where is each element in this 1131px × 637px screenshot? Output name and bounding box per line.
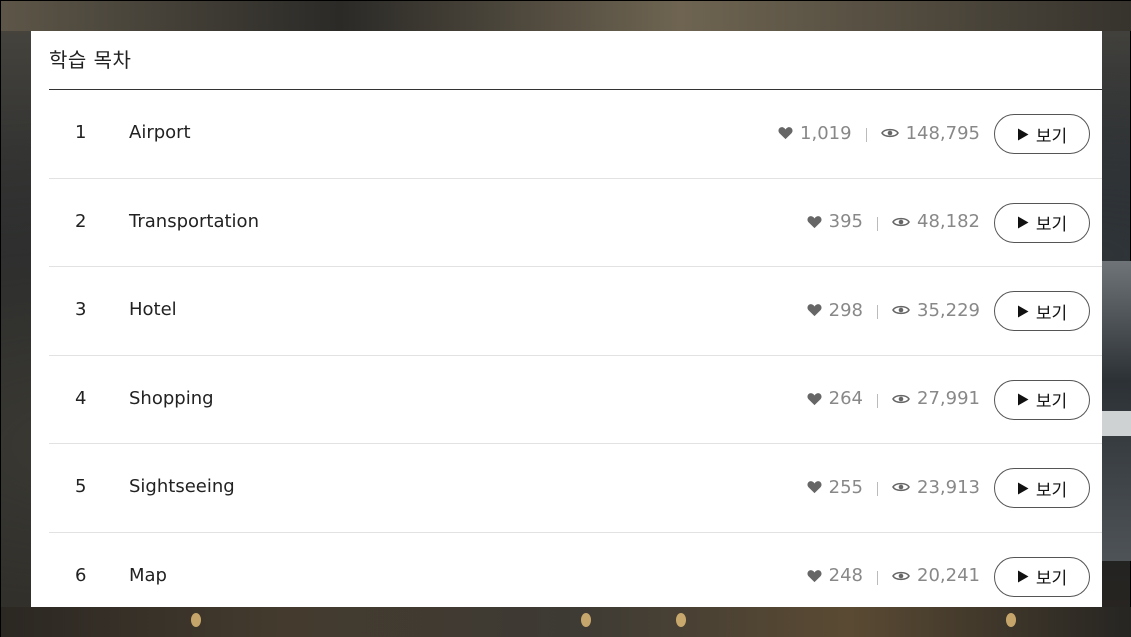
heart-icon (807, 481, 822, 494)
lesson-list: 1 Airport 1,019 148,795 보기 2 Transportat… (49, 90, 1102, 607)
play-icon (1017, 128, 1029, 140)
view-count: 20,241 (917, 565, 980, 586)
play-icon (1017, 482, 1029, 494)
view-button-label: 보기 (1035, 215, 1068, 234)
lesson-toc-panel: 학습 목차 1 Airport 1,019 148,795 보기 2 Trans… (31, 31, 1102, 607)
heart-icon (778, 127, 793, 140)
stats-separator (877, 216, 879, 231)
background-window (1102, 261, 1131, 561)
heart-icon (807, 304, 822, 317)
view-button-label: 보기 (1035, 569, 1068, 588)
view-count: 35,229 (917, 299, 980, 321)
eye-icon (892, 482, 910, 492)
view-button[interactable]: 보기 (994, 202, 1090, 243)
view-button[interactable]: 보기 (994, 556, 1090, 597)
play-icon (1017, 570, 1029, 583)
lesson-row-6: 6 Map 248 20,241 보기 (49, 533, 1102, 608)
view-button-label: 보기 (1035, 126, 1068, 146)
play-icon (1017, 216, 1029, 229)
view-button-label: 보기 (1035, 303, 1068, 323)
view-count: 23,913 (917, 476, 980, 498)
eye-icon (892, 217, 910, 226)
view-count: 48,182 (917, 211, 980, 232)
background-beam (1, 1, 1131, 31)
eye-icon (880, 128, 899, 138)
eye-icon (892, 394, 910, 403)
lesson-row-5: 5 Sightseeing 255 23,913 보기 (49, 444, 1102, 533)
view-button[interactable]: 보기 (994, 291, 1090, 331)
lesson-row-4: 4 Shopping 264 27,991 보기 (49, 356, 1102, 444)
stats-separator (877, 305, 879, 319)
lesson-title: Sightseeing (129, 476, 235, 497)
like-count: 255 (828, 476, 864, 498)
lesson-number: 6 (75, 564, 87, 586)
lesson-title: Map (129, 564, 167, 586)
lesson-stats: 395 48,182 (807, 211, 980, 233)
lesson-title: Shopping (129, 387, 214, 409)
lesson-title: Transportation (129, 210, 259, 232)
lesson-title: Hotel (129, 299, 177, 320)
like-count: 264 (828, 388, 864, 409)
lesson-stats: 248 20,241 (807, 565, 980, 587)
like-count: 1,019 (800, 122, 852, 144)
view-button-label: 보기 (1035, 392, 1068, 411)
heart-icon (807, 215, 822, 228)
view-button[interactable]: 보기 (994, 379, 1090, 420)
background-lamp (581, 613, 591, 627)
lesson-number: 2 (75, 210, 87, 232)
heart-icon (807, 392, 822, 405)
lesson-number: 5 (75, 476, 87, 497)
lesson-stats: 298 35,229 (807, 299, 980, 321)
lesson-row-1: 1 Airport 1,019 148,795 보기 (49, 90, 1102, 179)
stats-separator (865, 128, 867, 142)
eye-icon (892, 571, 910, 580)
like-count: 395 (828, 211, 864, 232)
view-button[interactable]: 보기 (994, 114, 1090, 154)
lesson-stats: 1,019 148,795 (778, 122, 980, 144)
stats-separator (877, 570, 879, 585)
like-count: 248 (828, 565, 864, 586)
play-icon (1017, 305, 1029, 317)
like-count: 298 (828, 299, 864, 321)
panel-title: 학습 목차 (49, 48, 132, 72)
view-count: 148,795 (905, 122, 980, 144)
heart-icon (807, 569, 822, 582)
stats-separator (877, 393, 879, 408)
lesson-title: Airport (129, 122, 191, 143)
play-icon (1017, 393, 1029, 406)
view-button[interactable]: 보기 (994, 468, 1090, 508)
eye-icon (892, 305, 910, 315)
stats-separator (877, 482, 879, 496)
background-lamp (191, 613, 201, 627)
background-lamp (676, 613, 686, 627)
lesson-row-2: 2 Transportation 395 48,182 보기 (49, 179, 1102, 267)
lesson-row-3: 3 Hotel 298 35,229 보기 (49, 267, 1102, 356)
lesson-stats: 264 27,991 (807, 388, 980, 410)
view-button-label: 보기 (1035, 480, 1068, 500)
background-lamp (1006, 613, 1016, 627)
view-count: 27,991 (917, 388, 980, 409)
lesson-stats: 255 23,913 (807, 476, 980, 498)
background-bottom (1, 607, 1131, 637)
lesson-number: 3 (75, 299, 87, 320)
lesson-number: 1 (75, 122, 87, 143)
lesson-number: 4 (75, 387, 87, 409)
